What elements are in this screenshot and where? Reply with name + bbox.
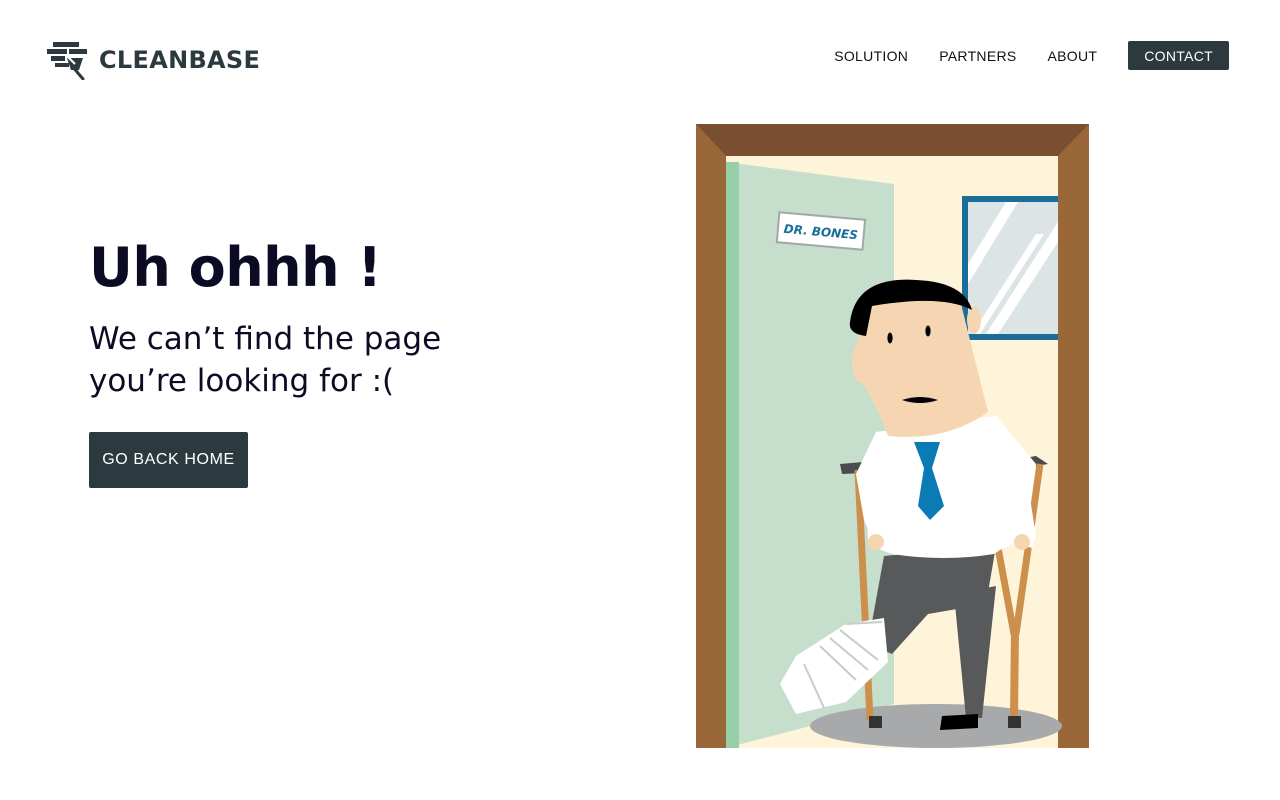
nav-link-partners[interactable]: PARTNERS [939,48,1016,64]
main-nav: SOLUTION PARTNERS ABOUT CONTACT [803,41,1229,70]
injured-man-illustration: DR. BONES [696,124,1089,748]
site-header: CLEANBASE SOLUTION PARTNERS ABOUT CONTAC… [0,0,1280,110]
door-sign: DR. BONES [775,211,867,251]
logo[interactable]: CLEANBASE [45,40,260,80]
brand-name: CLEANBASE [99,46,261,74]
page-title: Uh ohhh ! [89,236,382,299]
nav-link-about[interactable]: ABOUT [1048,48,1098,64]
error-message-section: Uh ohhh ! We can’t find the page you’re … [89,236,569,488]
doctor-office-doorway-image: DR. BONES [696,124,1089,748]
broom-mop-icon [47,42,87,80]
contact-button[interactable]: CONTACT [1128,41,1229,70]
go-back-home-button[interactable]: GO BACK HOME [89,431,248,488]
error-description: We can’t find the page you’re looking fo… [89,320,442,399]
nav-link-solution[interactable]: SOLUTION [834,48,908,64]
